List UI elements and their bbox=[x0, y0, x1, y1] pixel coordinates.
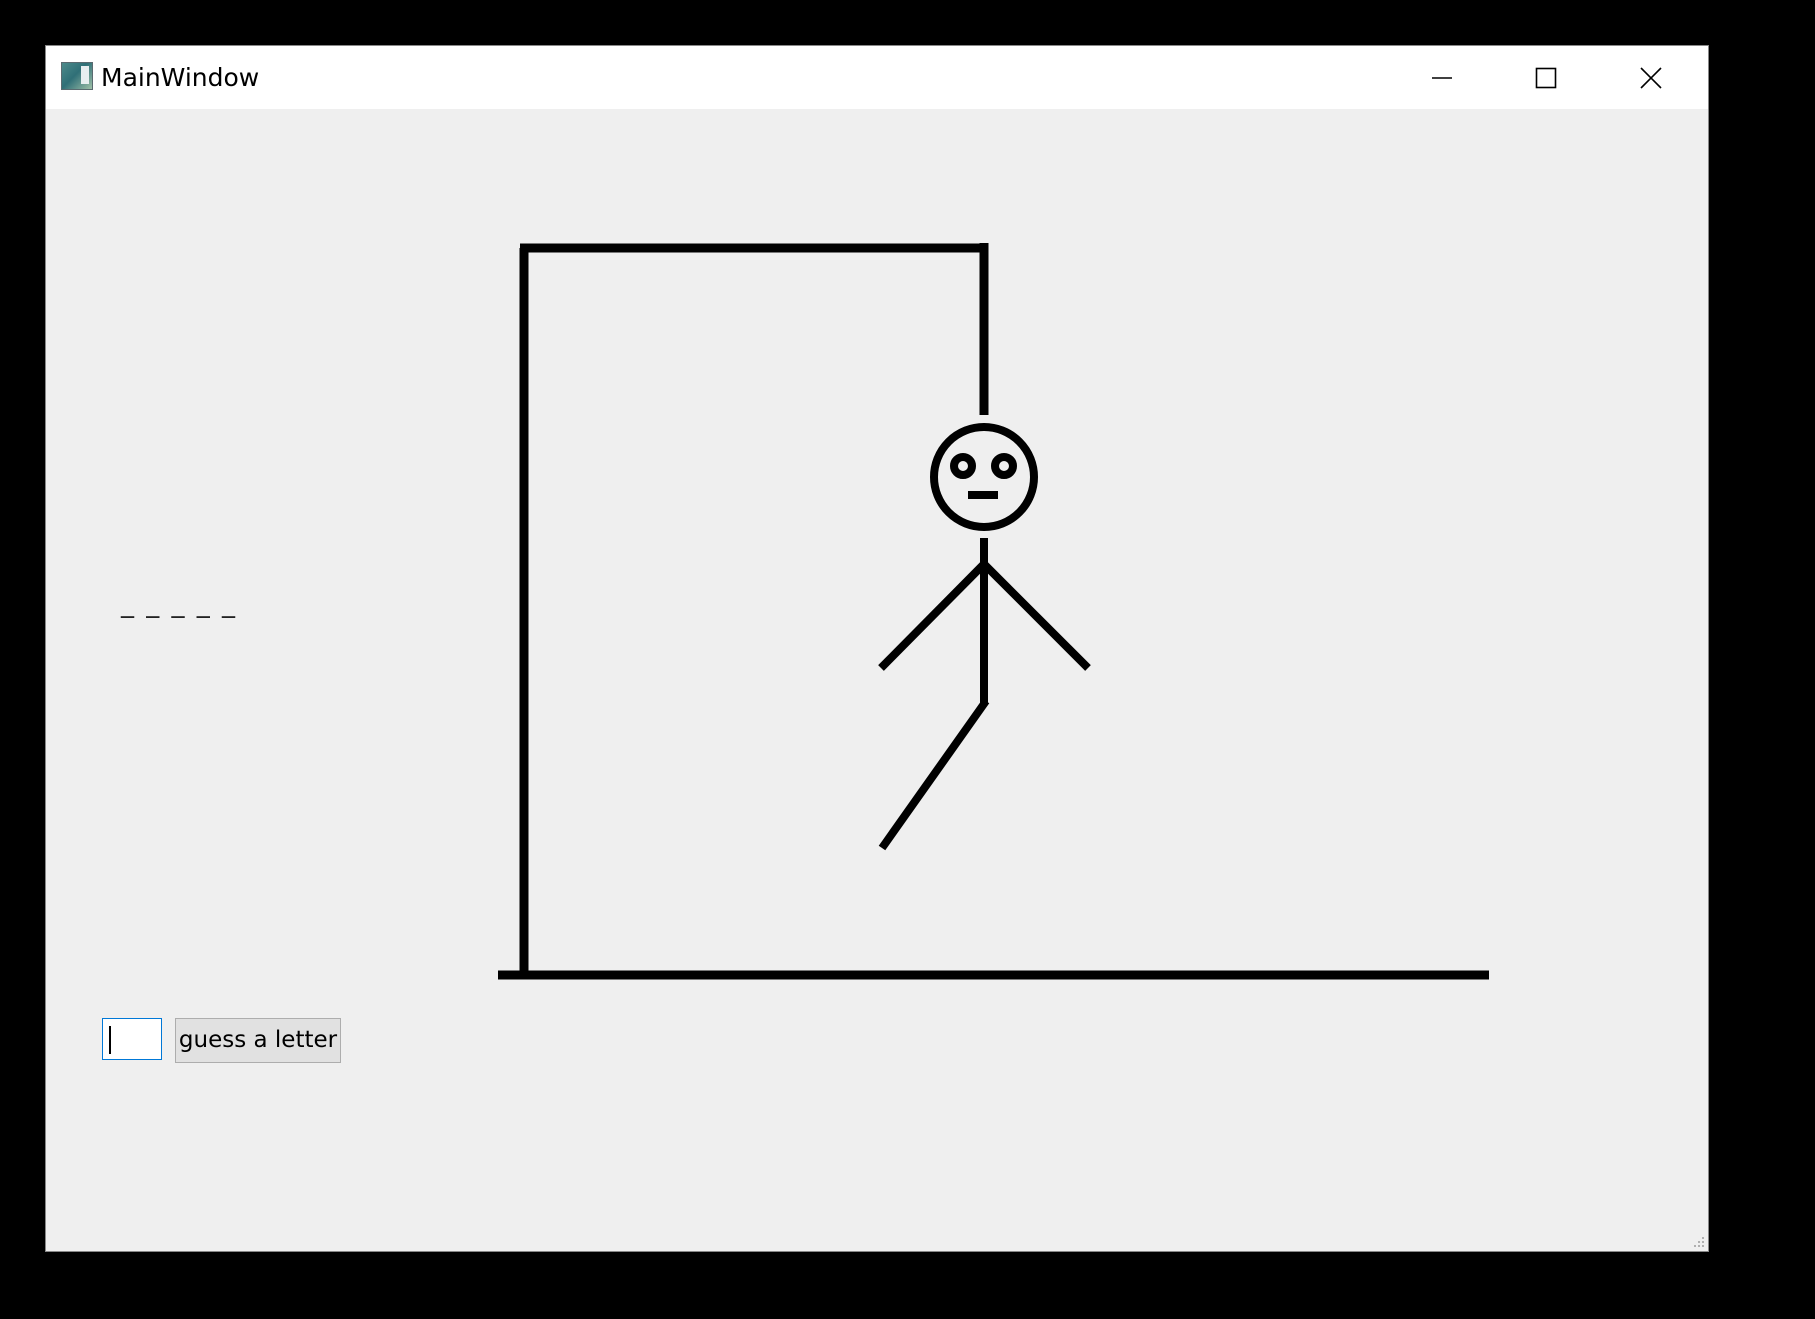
close-icon bbox=[1640, 66, 1662, 89]
resize-grip-icon[interactable] bbox=[1691, 1234, 1705, 1248]
minimize-button[interactable] bbox=[1390, 46, 1494, 109]
maximize-button[interactable] bbox=[1494, 46, 1598, 109]
hangman-right-arm bbox=[981, 561, 1091, 671]
hangman-head bbox=[930, 423, 1038, 531]
hangman-left-eye bbox=[950, 453, 976, 479]
text-caret bbox=[109, 1026, 111, 1054]
client-area: _ _ _ _ _ guess a letter bbox=[46, 109, 1708, 1251]
letter-input[interactable] bbox=[102, 1018, 162, 1060]
maximize-icon bbox=[1535, 67, 1557, 88]
app-icon bbox=[61, 62, 93, 90]
hangman-left-leg bbox=[878, 698, 990, 851]
minimize-icon bbox=[1432, 76, 1452, 79]
hangman-right-eye bbox=[991, 453, 1017, 479]
hangman-drawing bbox=[498, 243, 1489, 980]
main-window: MainWindow _ _ _ _ _ guess a letter bbox=[45, 45, 1709, 1252]
title-bar[interactable]: MainWindow bbox=[46, 46, 1708, 109]
guess-letter-button[interactable]: guess a letter bbox=[175, 1018, 341, 1063]
close-button[interactable] bbox=[1599, 46, 1703, 109]
hangman-left-arm bbox=[878, 561, 987, 671]
window-title: MainWindow bbox=[101, 63, 260, 92]
